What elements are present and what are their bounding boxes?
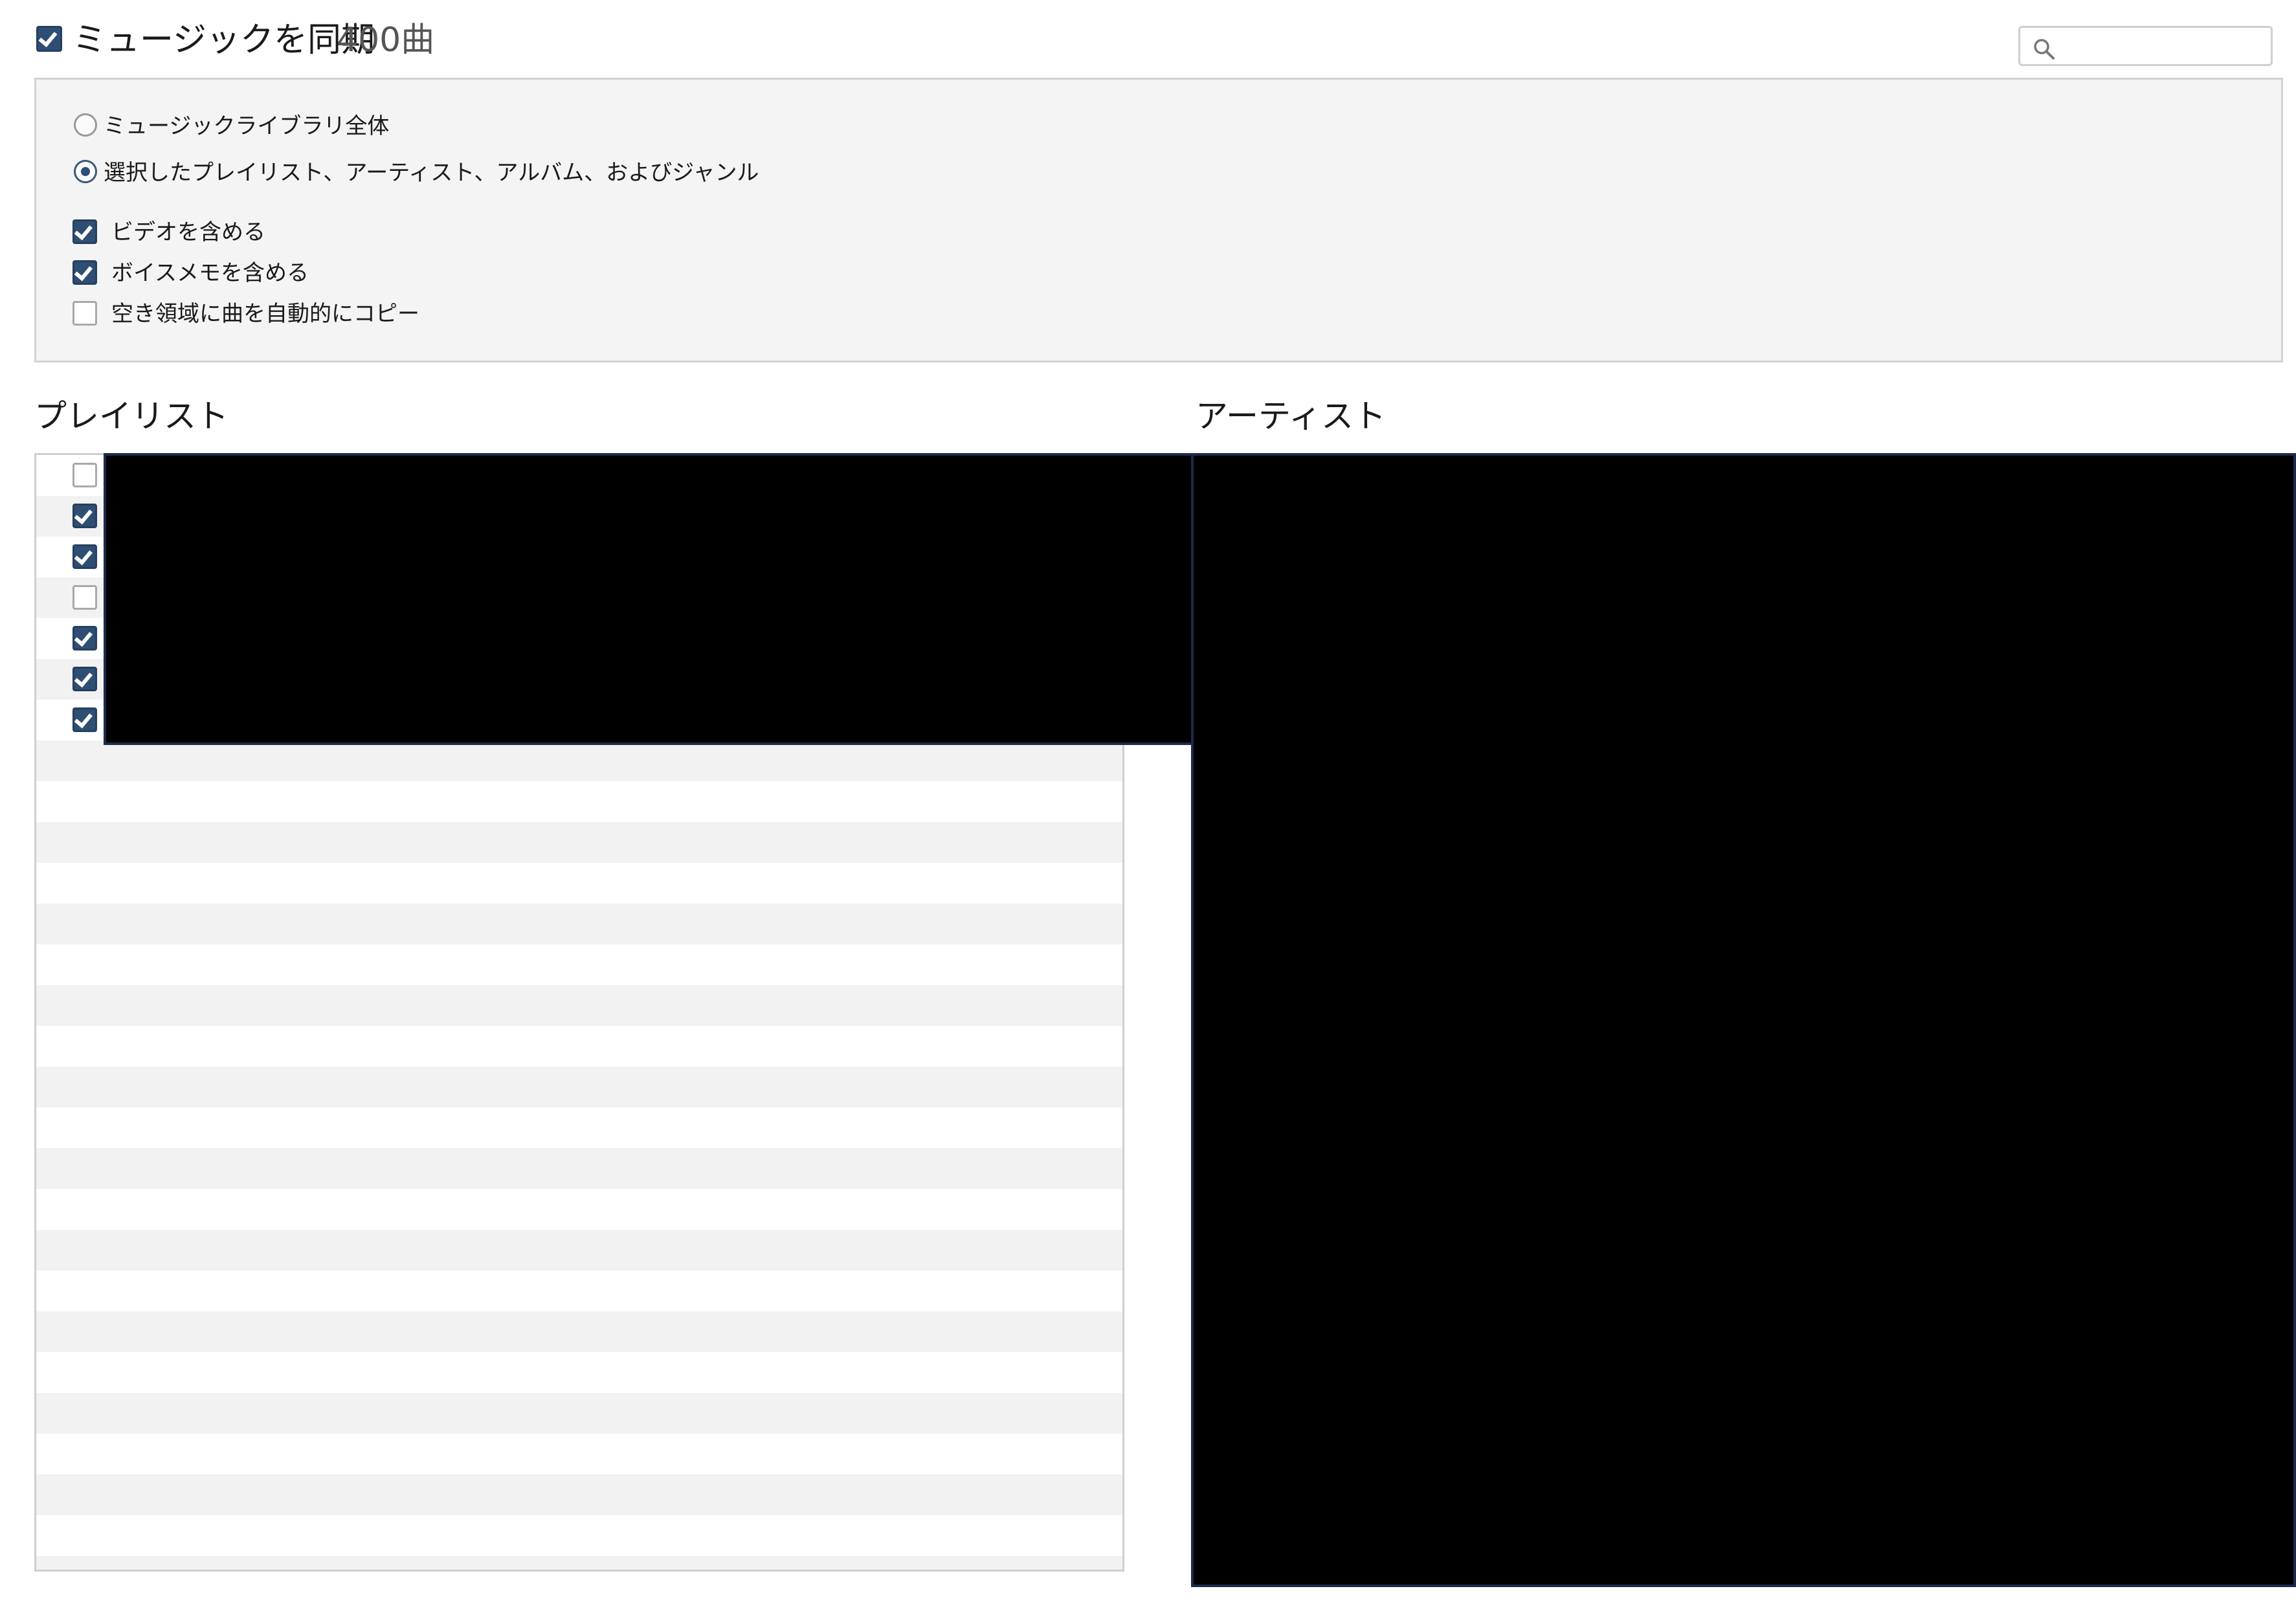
playlist-row	[36, 1393, 1122, 1434]
include-voice-memos-label: ボイスメモを含める	[111, 260, 309, 286]
playlist-row	[36, 1311, 1122, 1352]
playlist-checkbox[interactable]	[72, 504, 97, 528]
radio-selected-items-label: 選択したプレイリスト、アーティスト、アルバム、およびジャンル	[104, 160, 759, 186]
autofill-free-space-label: 空き領域に曲を自動的にコピー	[111, 301, 419, 327]
playlist-row	[36, 822, 1122, 863]
artists-heading: アーティスト	[1196, 397, 1386, 435]
autofill-free-space-checkbox[interactable]	[72, 301, 97, 326]
playlist-row	[36, 1271, 1122, 1311]
playlist-row	[36, 904, 1122, 944]
artist-list-redacted[interactable]	[1191, 453, 2296, 1587]
playlist-row	[36, 1556, 1122, 1570]
include-videos-checkbox[interactable]	[72, 219, 97, 244]
playlist-row	[36, 1352, 1122, 1393]
playlist-row	[36, 1515, 1122, 1556]
playlist-row	[36, 1474, 1122, 1515]
include-voice-memos-checkbox[interactable]	[72, 260, 97, 285]
radio-entire-library-label: ミュージックライブラリ全体	[104, 113, 390, 139]
playlist-checkbox[interactable]	[72, 626, 97, 651]
playlist-row	[36, 1230, 1122, 1271]
playlist-row	[36, 740, 1122, 781]
playlist-row	[36, 781, 1122, 822]
playlist-row	[36, 1107, 1122, 1148]
playlist-row	[36, 1189, 1122, 1230]
playlist-checkbox[interactable]	[72, 585, 97, 610]
playlist-row	[36, 863, 1122, 904]
playlist-row	[36, 944, 1122, 985]
search-input[interactable]	[2062, 32, 2269, 63]
playlist-row	[36, 985, 1122, 1026]
playlist-row	[36, 1434, 1122, 1474]
playlists-heading: プレイリスト	[34, 397, 228, 435]
redacted-playlist-names	[104, 453, 1209, 745]
song-count: 400曲	[337, 21, 435, 60]
playlist-checkbox[interactable]	[72, 707, 97, 732]
radio-selected-items[interactable]	[74, 160, 97, 183]
include-videos-label: ビデオを含める	[111, 219, 265, 245]
playlist-checkbox[interactable]	[72, 544, 97, 569]
music-sync-page: ミュージックを同期 400曲 ミュージックライブラリ全体 選択したプレイリスト、…	[0, 0, 2296, 1602]
sync-music-label: ミュージックを同期	[72, 21, 375, 60]
playlist-checkbox[interactable]	[72, 463, 97, 487]
playlist-row	[36, 1067, 1122, 1107]
search-field[interactable]	[2018, 26, 2273, 66]
search-icon	[2034, 39, 2055, 60]
sync-options-panel: ミュージックライブラリ全体 選択したプレイリスト、アーティスト、アルバム、および…	[34, 78, 2283, 362]
playlist-checkbox[interactable]	[72, 667, 97, 691]
sync-music-checkbox[interactable]	[36, 26, 62, 52]
playlist-row	[36, 1148, 1122, 1189]
radio-entire-library[interactable]	[74, 113, 97, 137]
playlist-row	[36, 1026, 1122, 1067]
